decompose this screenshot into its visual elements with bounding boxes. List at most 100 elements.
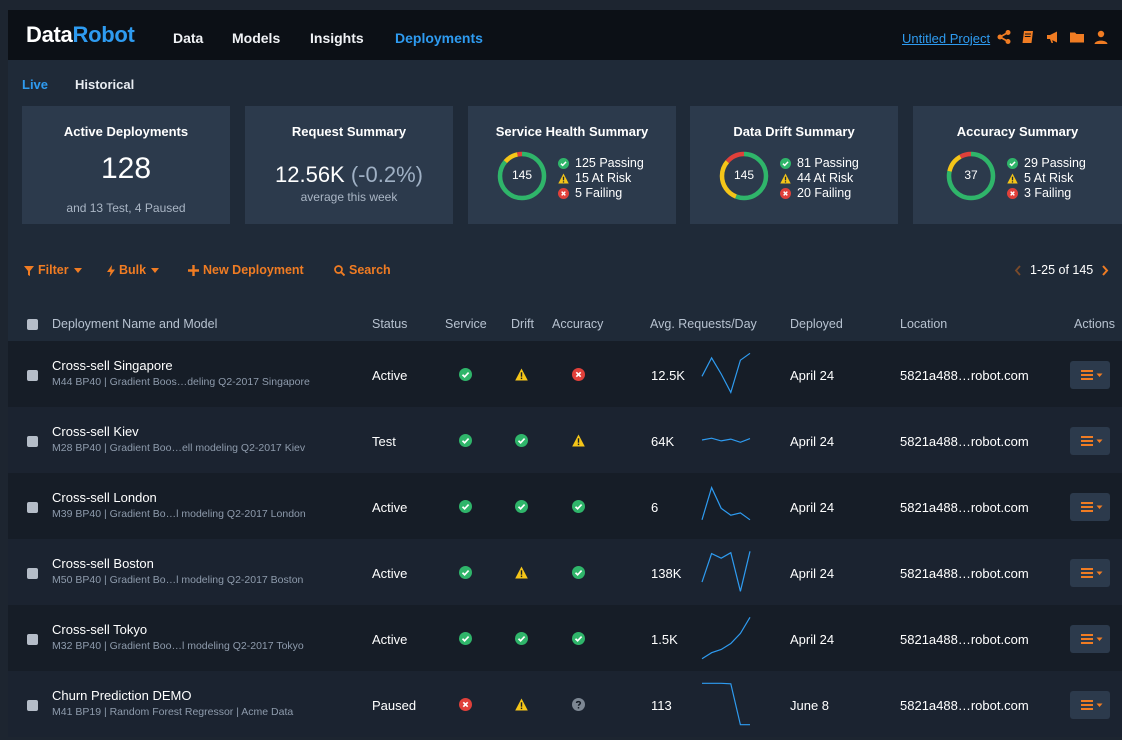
avg-requests: 64K — [651, 434, 675, 449]
row-checkbox[interactable] — [27, 634, 38, 645]
header-requests[interactable]: Avg. Requests/Day — [650, 317, 757, 332]
datarobot-logo[interactable]: DataRobot — [26, 23, 135, 47]
row-actions-button[interactable] — [1070, 625, 1110, 653]
deployment-model: M28 BP40 | Gradient Boo…ell modeling Q2-… — [52, 442, 306, 454]
header-drift[interactable]: Drift — [511, 317, 534, 332]
row-actions-button[interactable] — [1070, 559, 1110, 587]
table-row[interactable]: Cross-sell Singapore M44 BP40 | Gradient … — [8, 341, 1122, 407]
project-name-link[interactable]: Untitled Project — [902, 31, 990, 46]
chevron-right-icon[interactable] — [1101, 265, 1109, 276]
sparkline-line — [701, 437, 751, 443]
share-icon[interactable] — [996, 29, 1012, 45]
select-all-checkbox[interactable] — [27, 319, 38, 330]
deployment-name[interactable]: Churn Prediction DEMO — [52, 688, 191, 703]
header-status[interactable]: Status — [372, 317, 407, 332]
deployment-name[interactable]: Cross-sell Singapore — [52, 358, 173, 373]
fail-circle-icon[interactable] — [572, 368, 585, 381]
summary-panel: Active Deployments 128 and 13 Test, 4 Pa… — [8, 95, 1122, 235]
accuracy-total: 37 — [964, 168, 978, 182]
row-actions-button[interactable] — [1070, 361, 1110, 389]
app-window: DataRobot Data Models Insights Deploymen… — [8, 10, 1122, 740]
warning-icon[interactable] — [572, 434, 585, 447]
check-circle-icon[interactable] — [572, 566, 585, 579]
megaphone-icon[interactable] — [1045, 29, 1061, 45]
new-deployment-button[interactable]: New Deployment — [188, 263, 304, 278]
chevron-left-icon[interactable] — [1014, 265, 1022, 276]
fail-circle-icon[interactable] — [459, 698, 472, 711]
check-circle-icon[interactable] — [459, 632, 472, 645]
warning-icon — [1007, 173, 1018, 184]
deployment-name[interactable]: Cross-sell Kiev — [52, 424, 139, 439]
check-circle-icon[interactable] — [459, 566, 472, 579]
request-average-value: 12.56K (-0.2%) — [245, 162, 453, 188]
check-circle-icon[interactable] — [459, 500, 472, 513]
check-circle-icon[interactable] — [515, 632, 528, 645]
deployment-name[interactable]: Cross-sell London — [52, 490, 157, 505]
user-icon[interactable] — [1093, 29, 1109, 45]
tab-live[interactable]: Live — [22, 77, 48, 92]
nav-models[interactable]: Models — [232, 30, 280, 46]
table-row[interactable]: Churn Prediction DEMO M41 BP19 | Random F… — [8, 671, 1122, 737]
table-row[interactable]: Cross-sell Kiev M28 BP40 | Gradient Boo…e… — [8, 407, 1122, 473]
check-circle-icon[interactable] — [459, 434, 472, 447]
card-title: Request Summary — [291, 124, 407, 139]
request-summary-card: Request Summary 12.56K (-0.2%) average t… — [245, 106, 453, 224]
service-health-card[interactable]: Service Health Summary 145 125 Passing 1… — [468, 106, 676, 224]
nav-insights[interactable]: Insights — [310, 30, 364, 46]
warning-icon[interactable] — [515, 698, 528, 711]
deployment-status: Active — [372, 368, 408, 383]
deployment-name[interactable]: Cross-sell Boston — [52, 556, 154, 571]
card-title: Active Deployments — [63, 124, 189, 139]
row-checkbox[interactable] — [27, 568, 38, 579]
bulk-label: Bulk — [119, 263, 147, 277]
deployment-model: M39 BP40 | Gradient Bo…l modeling Q2-201… — [52, 508, 306, 520]
book-icon[interactable] — [1020, 29, 1036, 45]
check-circle-icon[interactable] — [572, 500, 585, 513]
header-service[interactable]: Service — [445, 317, 487, 332]
deployment-name[interactable]: Cross-sell Tokyo — [52, 622, 147, 637]
row-actions-button[interactable] — [1070, 493, 1110, 521]
header-accuracy[interactable]: Accuracy — [552, 317, 603, 332]
deployment-status: Paused — [372, 698, 417, 713]
avg-requests: 6 — [651, 500, 659, 515]
accuracy-card[interactable]: Accuracy Summary 37 29 Passing 5 At Risk… — [913, 106, 1122, 224]
row-actions-button[interactable] — [1070, 427, 1110, 455]
deployment-location: 5821a488…robot.com — [900, 500, 1029, 515]
search-button[interactable]: Search — [334, 263, 391, 278]
header-deployed[interactable]: Deployed — [790, 317, 843, 332]
warning-icon[interactable] — [515, 566, 528, 579]
check-circle-icon[interactable] — [515, 500, 528, 513]
warning-icon[interactable] — [515, 368, 528, 381]
row-checkbox[interactable] — [27, 370, 38, 381]
question-circle-icon[interactable] — [572, 698, 585, 711]
legend-label: 5 Failing — [575, 186, 623, 200]
table-row[interactable]: Cross-sell London M39 BP40 | Gradient Bo…… — [8, 473, 1122, 539]
check-circle-icon[interactable] — [459, 368, 472, 381]
bulk-button[interactable]: Bulk — [107, 263, 160, 278]
folder-icon[interactable] — [1069, 29, 1085, 45]
header-location[interactable]: Location — [900, 317, 947, 332]
row-checkbox[interactable] — [27, 700, 38, 711]
filter-button[interactable]: Filter — [24, 263, 82, 278]
header-name[interactable]: Deployment Name and Model — [52, 317, 217, 332]
service-health-total: 145 — [511, 168, 533, 182]
nav-deployments[interactable]: Deployments — [395, 30, 483, 46]
legend-at-risk: 15 At Risk — [558, 171, 644, 186]
legend-passing: 125 Passing — [558, 156, 644, 171]
chevron-down-icon — [151, 268, 160, 273]
table-row[interactable]: Cross-sell Tokyo M32 BP40 | Gradient Boo…… — [8, 605, 1122, 671]
row-actions-button[interactable] — [1070, 691, 1110, 719]
data-drift-card[interactable]: Data Drift Summary 145 81 Passing 44 At … — [690, 106, 898, 224]
legend-label: 44 At Risk — [797, 171, 854, 185]
requests-sparkline — [701, 616, 751, 660]
row-checkbox[interactable] — [27, 502, 38, 513]
row-checkbox[interactable] — [27, 436, 38, 447]
check-circle-icon[interactable] — [515, 434, 528, 447]
check-circle-icon[interactable] — [572, 632, 585, 645]
nav-data[interactable]: Data — [173, 30, 203, 46]
tab-historical[interactable]: Historical — [75, 77, 134, 92]
table-row[interactable]: Cross-sell Boston M50 BP40 | Gradient Bo…… — [8, 539, 1122, 605]
deployment-location: 5821a488…robot.com — [900, 698, 1029, 713]
legend-label: 15 At Risk — [575, 171, 632, 185]
card-title: Service Health Summary — [495, 124, 649, 139]
